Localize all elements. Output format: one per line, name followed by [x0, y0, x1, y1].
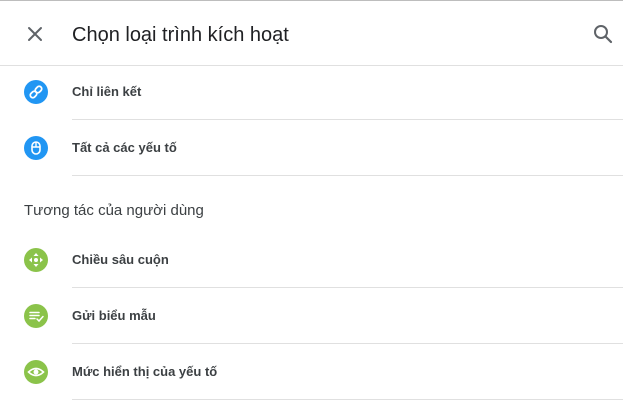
close-icon — [28, 27, 42, 41]
search-icon — [594, 25, 613, 44]
trigger-item-scroll-depth[interactable]: Chiều sâu cuộn — [0, 232, 623, 288]
trigger-item-all-elements[interactable]: Tất cả các yếu tố — [0, 120, 623, 176]
dialog-header: Chọn loại trình kích hoạt — [0, 1, 623, 66]
form-submit-icon — [24, 304, 48, 328]
trigger-item-label: Chỉ liên kết — [72, 84, 142, 99]
section-heading-user-engagement: Tương tác của người dùng — [24, 202, 204, 219]
trigger-item-label: Mức hiển thị của yếu tố — [72, 364, 218, 379]
trigger-item-just-links[interactable]: Chỉ liên kết — [0, 64, 623, 120]
divider — [72, 175, 623, 176]
link-icon — [24, 80, 48, 104]
trigger-item-form-submission[interactable]: Gửi biểu mẫu — [0, 288, 623, 344]
trigger-item-label: Gửi biểu mẫu — [72, 308, 156, 323]
mouse-icon — [24, 136, 48, 160]
dialog-title: Chọn loại trình kích hoạt — [72, 24, 289, 46]
close-button[interactable] — [22, 21, 48, 47]
eye-icon — [24, 360, 48, 384]
trigger-item-label: Chiều sâu cuộn — [72, 252, 169, 267]
search-button[interactable] — [591, 22, 615, 46]
trigger-item-label: Tất cả các yếu tố — [72, 140, 177, 155]
trigger-item-element-visibility[interactable]: Mức hiển thị của yếu tố — [0, 344, 623, 400]
trigger-type-panel: Chọn loại trình kích hoạt Chỉ liên kết T… — [0, 0, 623, 400]
scroll-arrows-icon — [24, 248, 48, 272]
